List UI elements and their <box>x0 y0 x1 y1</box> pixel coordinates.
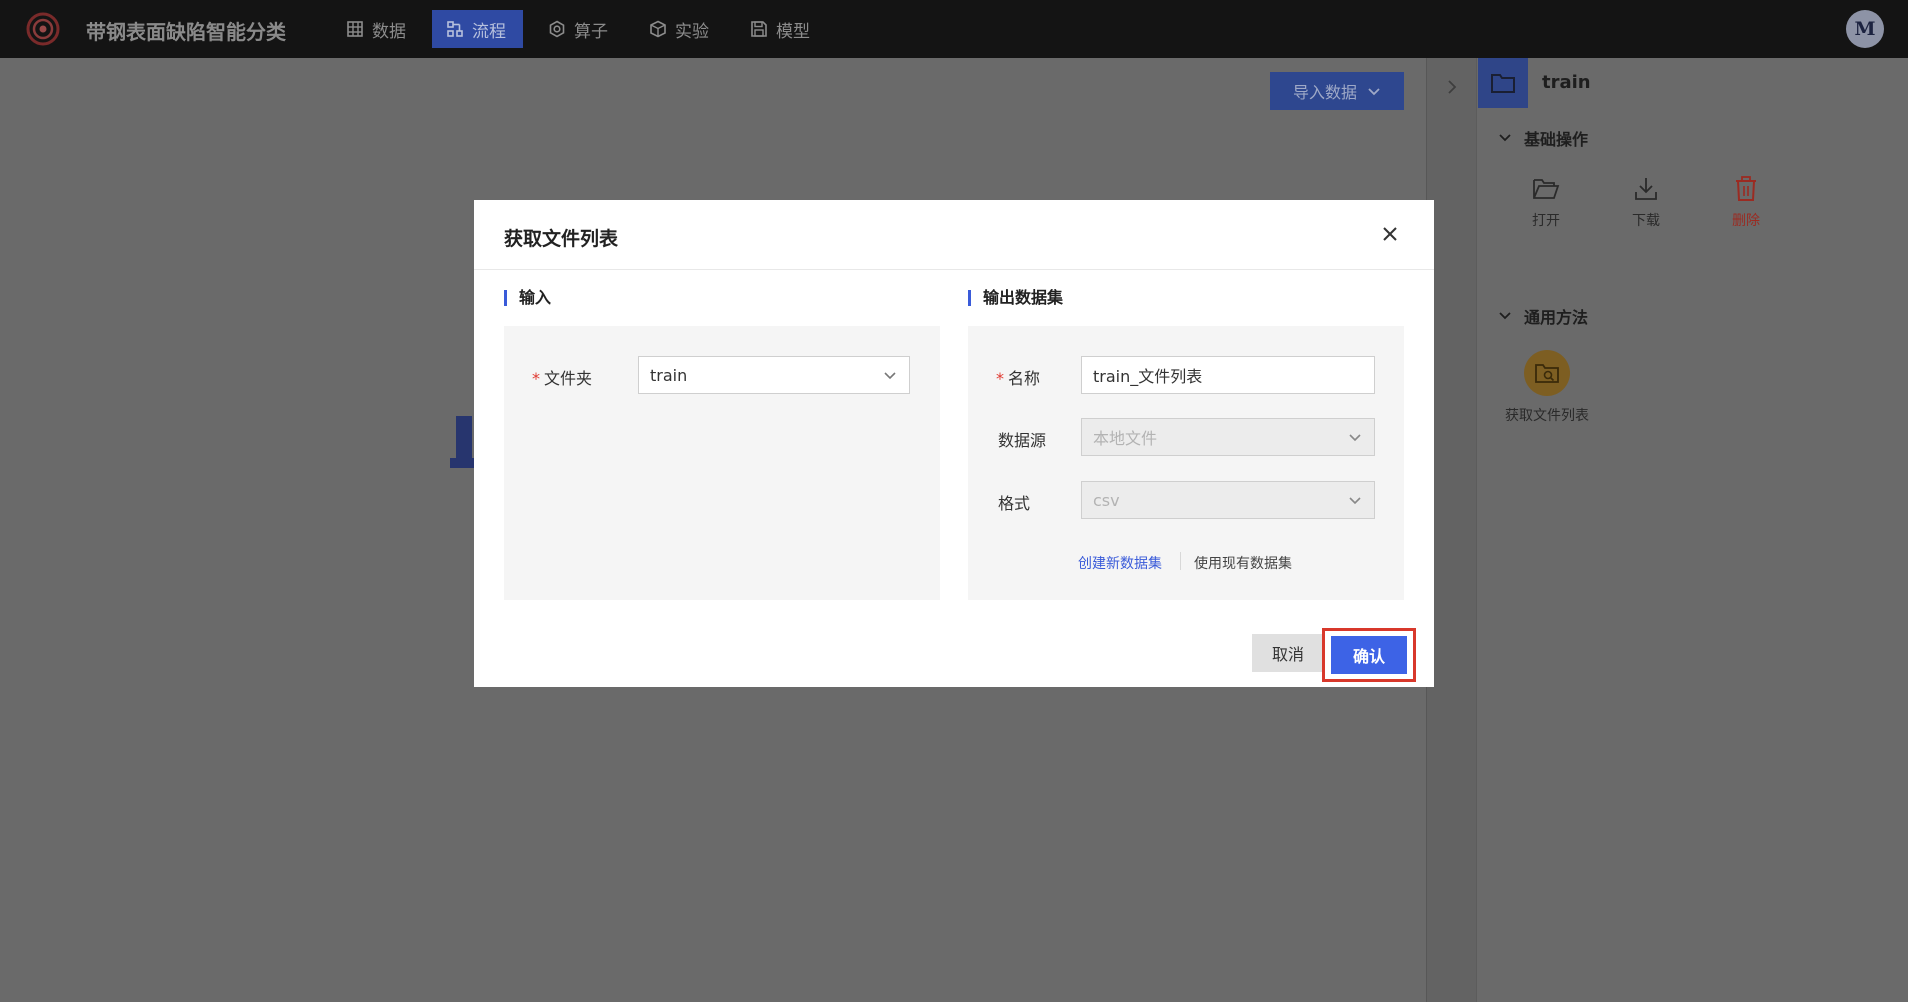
folder-select[interactable]: train <box>638 356 910 394</box>
nav-item-label: 算子 <box>574 21 608 42</box>
close-icon[interactable] <box>1380 224 1400 244</box>
download-icon <box>1635 178 1657 200</box>
gear-icon <box>549 20 565 38</box>
canvas-node[interactable] <box>450 414 474 474</box>
dataset-name-value: train_文件列表 <box>1093 367 1203 386</box>
nav-item-experiment[interactable]: 实验 <box>635 10 723 48</box>
get-file-list-dialog: 获取文件列表 输入 输出数据集 * 文件夹 train * 名称 train_文件列… <box>474 200 1434 687</box>
dataset-name-input[interactable]: train_文件列表 <box>1081 356 1375 394</box>
app-title: 带钢表面缺陷智能分类 <box>86 20 286 44</box>
chevron-down-icon <box>1349 434 1361 442</box>
nav-item-label: 数据 <box>372 21 406 42</box>
folder-search-icon[interactable] <box>1524 350 1570 396</box>
save-icon <box>751 21 767 37</box>
data-source-value: 本地文件 <box>1093 429 1158 448</box>
nav-item-label: 模型 <box>776 21 810 42</box>
input-section-title: 输入 <box>504 290 551 306</box>
nav-item-label: 流程 <box>472 21 506 42</box>
table-icon <box>347 21 363 37</box>
chevron-down-icon <box>1349 497 1361 505</box>
dialog-title: 获取文件列表 <box>504 228 619 250</box>
import-data-button[interactable]: 导入数据 <box>1270 72 1404 110</box>
section-common-methods[interactable]: 通用方法 <box>1498 304 1588 328</box>
name-field-label: * 名称 <box>996 369 1041 388</box>
output-section-title: 输出数据集 <box>968 290 1063 306</box>
app-logo-icon[interactable] <box>24 11 62 47</box>
import-data-label: 导入数据 <box>1292 83 1357 102</box>
download-button[interactable]: 下载 <box>1611 176 1681 230</box>
folder-icon <box>1478 58 1528 108</box>
section-title: 基础操作 <box>1524 130 1589 149</box>
chevron-down-icon <box>1499 134 1511 142</box>
folder-select-value: train <box>650 365 688 385</box>
source-field-label: 数据源 <box>998 431 1047 450</box>
method-label[interactable]: 获取文件列表 <box>1490 405 1604 425</box>
nav-item-model[interactable]: 模型 <box>736 10 824 48</box>
format-value: csv <box>1093 490 1120 510</box>
action-label: 打开 <box>1532 213 1560 229</box>
use-existing-dataset-link[interactable]: 使用现有数据集 <box>1194 553 1292 573</box>
confirm-button[interactable]: 确认 <box>1331 636 1407 674</box>
chevron-right-icon[interactable] <box>1443 78 1461 96</box>
data-source-select[interactable]: 本地文件 <box>1081 418 1375 456</box>
folder-open-icon <box>1533 179 1560 199</box>
dialog-header: 获取文件列表 <box>474 200 1434 270</box>
chevron-down-icon <box>1499 312 1511 320</box>
panel-title: train <box>1542 72 1591 93</box>
chevron-down-icon <box>884 372 896 380</box>
nav-item-operator[interactable]: 算子 <box>534 10 622 48</box>
confirm-button-highlight: 确认 <box>1322 628 1416 682</box>
action-label: 删除 <box>1732 213 1760 229</box>
format-field-label: 格式 <box>998 494 1031 513</box>
create-dataset-link[interactable]: 创建新数据集 <box>1078 553 1162 573</box>
trash-icon <box>1736 176 1756 201</box>
folder-field-label: * 文件夹 <box>532 369 593 388</box>
chevron-down-icon <box>1368 88 1380 96</box>
nav-item-label: 实验 <box>675 21 709 42</box>
nav-item-data[interactable]: 数据 <box>332 10 420 48</box>
flow-icon <box>447 21 463 37</box>
link-divider <box>1180 552 1181 570</box>
cancel-button[interactable]: 取消 <box>1252 634 1324 672</box>
cube-icon <box>650 20 666 38</box>
top-bar: 带钢表面缺陷智能分类 数据 流程 算子 实验 模型 M <box>0 0 1908 58</box>
delete-button[interactable]: 删除 <box>1711 176 1781 230</box>
format-select[interactable]: csv <box>1081 481 1375 519</box>
section-title: 通用方法 <box>1524 308 1589 327</box>
user-avatar[interactable]: M <box>1846 10 1884 48</box>
section-basic-ops[interactable]: 基础操作 <box>1498 126 1588 150</box>
nav-item-flow[interactable]: 流程 <box>432 10 523 48</box>
action-label: 下载 <box>1632 213 1660 229</box>
open-button[interactable]: 打开 <box>1511 176 1581 230</box>
